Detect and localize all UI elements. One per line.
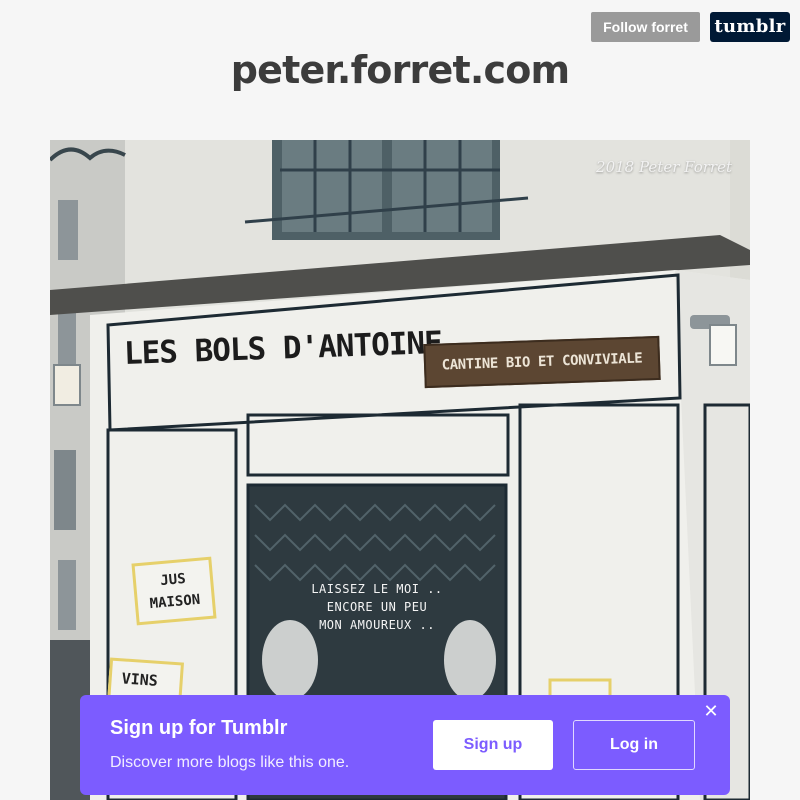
signup-subtitle: Discover more blogs like this one. xyxy=(110,754,350,771)
signup-banner: Sign up for Tumblr Discover more blogs l… xyxy=(80,695,730,795)
shutter-line: ENCORE UN PEU xyxy=(326,600,428,614)
login-button[interactable]: Log in xyxy=(573,720,695,770)
signup-title: Sign up for Tumblr xyxy=(110,717,288,739)
wooden-sign: CANTINE BIO ET CONVIVIALE xyxy=(423,335,661,389)
tumblr-logo[interactable]: tumblr xyxy=(710,12,790,42)
shutter-line: LAISSEZ LE MOI .. xyxy=(311,582,443,596)
shutter-line: MON AMOUREUX .. xyxy=(319,618,435,632)
shutter-graffiti: LAISSEZ LE MOI .. ENCORE UN PEU MON AMOU… xyxy=(282,580,472,634)
photo-credit: 2018 Peter Forret xyxy=(596,158,732,176)
signup-button[interactable]: Sign up xyxy=(433,720,553,770)
close-icon[interactable]: ✕ xyxy=(702,703,720,721)
follow-button[interactable]: Follow forret xyxy=(591,12,700,42)
blog-title[interactable]: peter.forret.com xyxy=(0,48,800,92)
poster-jus-maison: JUS MAISON xyxy=(131,556,217,626)
